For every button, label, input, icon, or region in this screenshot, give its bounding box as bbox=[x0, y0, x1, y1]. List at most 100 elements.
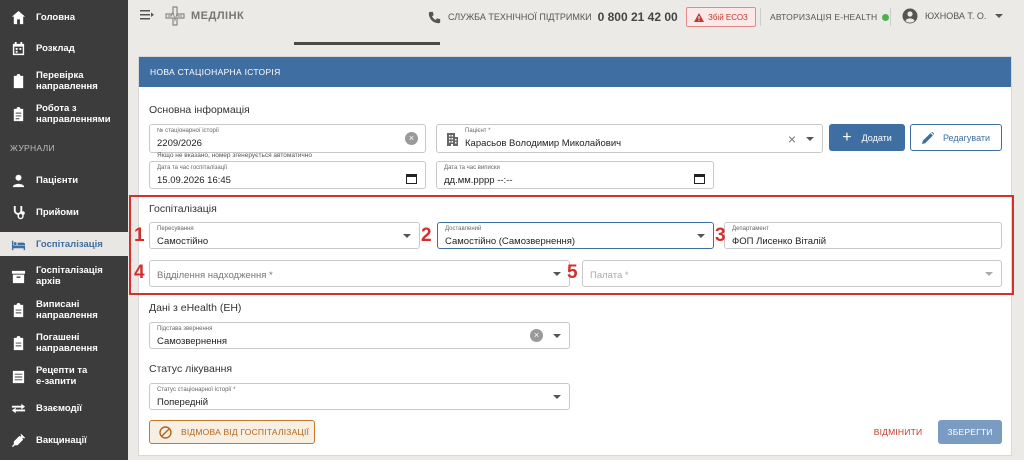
exchange-icon bbox=[10, 400, 26, 416]
sidebar-item-label: Прийоми bbox=[36, 206, 79, 218]
sidebar-section-journals: ЖУРНАЛИ bbox=[10, 143, 55, 153]
treatment-status-title: Статус лікування bbox=[149, 363, 233, 375]
sidebar-item-label: Рецепти та е-запити bbox=[36, 365, 88, 387]
chevron-down-icon bbox=[403, 233, 411, 238]
chevron-down-icon bbox=[553, 271, 561, 276]
avatar bbox=[902, 8, 918, 24]
edit-button-label: Редагувати bbox=[942, 132, 991, 143]
basis-value: Самозвернення bbox=[157, 336, 227, 347]
user-menu[interactable]: ЮХНОВА Т. О. bbox=[902, 8, 1004, 24]
sidebar-item-hospitalization[interactable]: Госпіталізація bbox=[0, 232, 128, 256]
history-number-helper: Якщо не вказано, номер згенерується авто… bbox=[157, 152, 313, 159]
clear-icon[interactable]: × bbox=[530, 329, 543, 342]
chevron-down-icon[interactable] bbox=[806, 136, 814, 141]
clipboard-icon bbox=[10, 302, 26, 318]
sidebar-item-home[interactable]: Головна bbox=[0, 6, 128, 28]
edit-patient-button[interactable]: Редагувати bbox=[910, 124, 1002, 151]
transport-label: Пересування bbox=[157, 226, 194, 232]
support-info: СЛУЖБА ТЕХНІЧНОЇ ПІДТРИМКИ 0 800 21 42 0… bbox=[428, 10, 678, 24]
sidebar-item-issued-referrals[interactable]: Виписані направлення bbox=[0, 296, 128, 324]
admission-department-select[interactable]: Відділення надходження * bbox=[149, 260, 570, 287]
sidebar-item-referrals-work[interactable]: Робота з направленнями bbox=[0, 100, 128, 128]
marker-4: 4 bbox=[134, 262, 145, 283]
sidebar-item-interactions[interactable]: Взаємодії bbox=[0, 397, 128, 419]
ward-placeholder: Палата * bbox=[590, 270, 629, 281]
clipboard-check-icon bbox=[10, 73, 26, 89]
patient-value: Карасьов Володимир Миколайович bbox=[465, 138, 622, 149]
clipboard-list-icon bbox=[10, 106, 26, 122]
topbar: МЕДЛІНК СЛУЖБА ТЕХНІЧНОЇ ПІДТРИМКИ 0 800… bbox=[128, 0, 1024, 35]
basic-info-title: Основна інформація bbox=[149, 104, 250, 116]
patient-label: Пацієнт * bbox=[465, 128, 491, 134]
esoz-failure-label: Збій ЕСОЗ bbox=[708, 12, 748, 22]
history-number-label: № стаціонарної історії bbox=[157, 128, 219, 134]
calendar-icon[interactable] bbox=[406, 173, 417, 184]
history-status-label: Статус стаціонарної історії * bbox=[157, 387, 236, 393]
department-field[interactable]: Департамент ФОП Лисенко Віталій bbox=[724, 222, 1002, 249]
plus-icon: + bbox=[842, 128, 852, 146]
refuse-hospitalization-button[interactable]: ВІДМОВА ВІД ГОСПІТАЛІЗАЦІЇ bbox=[149, 420, 315, 444]
sidebar: Головна Розклад Перевірка направлення Ро… bbox=[0, 0, 128, 460]
sidebar-item-hospitalization-archive[interactable]: Госпіталізація архів bbox=[0, 265, 128, 287]
sidebar-item-appointments[interactable]: Прийоми bbox=[0, 201, 128, 223]
logo-text: МЕДЛІНК bbox=[191, 10, 245, 22]
delivered-select[interactable]: Доставлений Самостійно (Самозвернення) bbox=[437, 222, 714, 249]
transport-select[interactable]: Пересування Самостійно bbox=[149, 222, 420, 249]
sidebar-item-prescriptions[interactable]: Рецепти та е-запити bbox=[0, 362, 128, 390]
user-name: ЮХНОВА Т. О. bbox=[925, 11, 987, 21]
sidebar-item-vaccinations[interactable]: Вакцинації bbox=[0, 429, 128, 451]
sidebar-item-label: Вакцинації bbox=[36, 434, 87, 446]
hosp-datetime-label: Дата та час госпіталізації bbox=[157, 165, 228, 171]
calendar-icon[interactable] bbox=[694, 173, 705, 184]
basis-label: Підстава звернення bbox=[157, 326, 213, 332]
bed-icon bbox=[10, 236, 26, 252]
ehealth-status-dot bbox=[882, 13, 890, 21]
chevron-down-icon bbox=[553, 394, 561, 399]
esoz-failure-badge[interactable]: Збій ЕСОЗ bbox=[686, 7, 756, 27]
chevron-down-icon bbox=[697, 233, 705, 238]
history-status-value: Попередній bbox=[157, 397, 209, 408]
logo[interactable]: МЕДЛІНК bbox=[165, 6, 244, 26]
sidebar-item-label: Головна bbox=[36, 11, 76, 23]
sidebar-item-patients[interactable]: Пацієнти bbox=[0, 169, 128, 191]
hospitalization-datetime-field[interactable]: Дата та час госпіталізації 15.09.2026 16… bbox=[149, 161, 426, 189]
ward-select[interactable]: Палата * bbox=[582, 260, 1002, 287]
sidebar-item-schedule[interactable]: Розклад bbox=[0, 37, 128, 59]
hospitalization-title: Госпіталізація bbox=[149, 203, 217, 215]
chevron-down-icon bbox=[985, 271, 993, 276]
basis-select[interactable]: Підстава звернення Самозвернення × bbox=[149, 322, 570, 349]
support-label: СЛУЖБА ТЕХНІЧНОЇ ПІДТРИМКИ bbox=[448, 12, 592, 22]
menu-collapse-icon[interactable] bbox=[140, 8, 154, 22]
patient-select[interactable]: Пацієнт * Карасьов Володимир Миколайович… bbox=[436, 124, 823, 153]
sidebar-item-label: Госпіталізація архів bbox=[36, 265, 103, 287]
clear-icon[interactable]: × bbox=[405, 132, 418, 145]
refuse-button-label: ВІДМОВА ВІД ГОСПІТАЛІЗАЦІЇ bbox=[181, 427, 310, 437]
discharge-datetime-field[interactable]: Дата та час виписки дд.мм.рррр --:-- bbox=[436, 161, 714, 189]
sidebar-item-referral-check[interactable]: Перевірка направлення bbox=[0, 67, 128, 95]
marker-1: 1 bbox=[134, 225, 145, 246]
history-number-field[interactable]: № стаціонарної історії 2209/2026 × bbox=[149, 124, 426, 153]
topbar-divider bbox=[890, 8, 891, 26]
sidebar-item-redeemed-referrals[interactable]: Погашені направлення bbox=[0, 329, 128, 357]
panel-title: НОВА СТАЦІОНАРНА ІСТОРІЯ bbox=[139, 57, 1011, 87]
sidebar-item-label: Взаємодії bbox=[36, 402, 82, 414]
clear-icon[interactable]: × bbox=[788, 131, 796, 147]
save-button[interactable]: ЗБЕРЕГТИ bbox=[938, 420, 1002, 444]
department-value: ФОП Лисенко Віталій bbox=[732, 236, 827, 247]
department-label: Департамент bbox=[732, 226, 769, 232]
add-patient-button[interactable]: + Додати bbox=[829, 124, 905, 151]
delivered-label: Доставлений bbox=[445, 226, 482, 232]
history-number-value: 2209/2026 bbox=[157, 138, 202, 149]
ehealth-auth[interactable]: АВТОРИЗАЦІЯ E-HEALTH bbox=[770, 12, 890, 22]
delivered-value: Самостійно (Самозвернення) bbox=[445, 236, 576, 247]
cancel-button[interactable]: ВІДМІНИТИ bbox=[860, 420, 936, 444]
hosp-datetime-value: 15.09.2026 16:45 bbox=[157, 175, 231, 186]
topbar-divider bbox=[760, 8, 761, 26]
chevron-down-icon bbox=[995, 14, 1004, 18]
sidebar-item-label: Пацієнти bbox=[36, 174, 79, 186]
add-button-label: Додати bbox=[861, 132, 892, 143]
discharge-datetime-label: Дата та час виписки bbox=[444, 165, 500, 171]
history-status-select[interactable]: Статус стаціонарної історії * Попередній bbox=[149, 383, 570, 410]
discharge-datetime-value: дд.мм.рррр --:-- bbox=[444, 175, 513, 186]
marker-2: 2 bbox=[421, 225, 432, 246]
